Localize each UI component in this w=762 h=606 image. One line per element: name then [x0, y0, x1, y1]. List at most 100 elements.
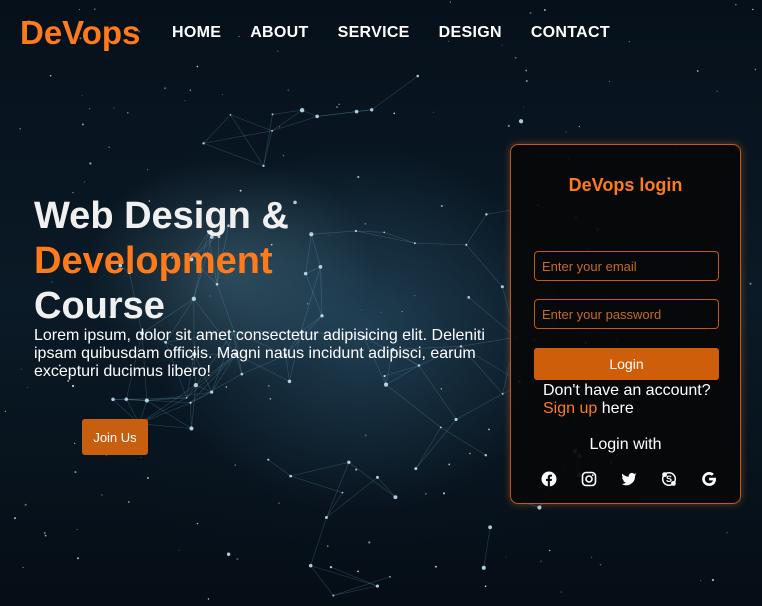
network-line	[271, 116, 318, 132]
star-dot	[433, 111, 435, 113]
network-node	[375, 584, 380, 588]
star-dot	[81, 123, 84, 126]
network-line	[300, 266, 321, 333]
network-node	[488, 525, 493, 530]
network-node	[416, 74, 420, 78]
star-dot	[488, 428, 491, 431]
network-line	[466, 244, 503, 287]
network-line	[348, 462, 396, 498]
nav-about-link[interactable]: ABOUT	[250, 24, 308, 42]
main-nav: HOME ABOUT SERVICE DESIGN CONTACT	[172, 24, 639, 42]
brand-logo[interactable]: DeVops	[20, 14, 140, 52]
star-dot	[357, 570, 359, 573]
star-dot	[43, 531, 46, 535]
star-dot	[27, 386, 29, 388]
network-line	[466, 214, 487, 246]
network-node	[485, 213, 488, 216]
network-line	[195, 384, 212, 393]
star-dot	[127, 112, 129, 114]
network-node	[484, 453, 487, 457]
star-dot	[178, 549, 180, 551]
signup-link[interactable]: Sign up	[543, 400, 597, 417]
star-dot	[236, 558, 239, 561]
star-dot	[716, 90, 718, 93]
star-dot	[501, 44, 503, 46]
network-line	[290, 475, 343, 493]
network-node	[370, 108, 374, 112]
star-dot	[393, 112, 396, 115]
network-node	[308, 563, 313, 568]
star-dot	[355, 468, 358, 471]
star-dot	[113, 107, 115, 109]
network-node	[454, 417, 458, 422]
login-button[interactable]: Login	[534, 348, 719, 380]
network-node	[193, 382, 199, 388]
star-dot	[326, 545, 329, 547]
star-dot	[338, 103, 340, 106]
star-dot	[22, 566, 24, 569]
star-dot	[361, 309, 363, 311]
star-dot	[543, 8, 546, 11]
network-node	[262, 164, 265, 168]
facebook-icon[interactable]	[541, 471, 557, 487]
nav-home-link[interactable]: HOME	[172, 24, 221, 42]
network-line	[301, 109, 318, 117]
network-node	[226, 552, 231, 556]
hero-title-line1: Web Design &	[34, 195, 289, 237]
network-node	[189, 401, 192, 404]
network-line	[440, 427, 486, 456]
star-dot	[105, 454, 108, 457]
instagram-icon[interactable]	[581, 471, 597, 487]
network-node	[267, 458, 270, 461]
network-line	[311, 230, 356, 235]
star-dot	[401, 311, 403, 313]
star-dot	[752, 8, 754, 11]
star-dot	[368, 541, 371, 544]
network-node	[210, 390, 214, 394]
network-line	[263, 114, 273, 166]
nav-service-link[interactable]: SERVICE	[338, 24, 410, 42]
network-node	[465, 243, 468, 246]
network-node	[389, 575, 391, 578]
star-dot	[225, 386, 228, 388]
star-dot	[357, 175, 360, 179]
email-input[interactable]	[534, 251, 719, 281]
network-node	[375, 475, 379, 479]
star-dot	[336, 106, 338, 108]
network-line	[190, 402, 192, 429]
password-input[interactable]	[534, 299, 719, 329]
twitter-icon[interactable]	[621, 471, 637, 487]
hero-description: Lorem ipsum, dolor sit amet consectetur …	[34, 327, 485, 380]
network-node	[318, 264, 323, 269]
star-dot	[74, 471, 77, 474]
network-line	[320, 266, 323, 316]
network-node	[324, 516, 328, 519]
star-dot	[735, 4, 737, 6]
star-dot	[440, 205, 443, 208]
star-dot	[514, 56, 517, 59]
star-dot	[484, 585, 487, 588]
network-node	[383, 382, 389, 387]
join-us-button[interactable]: Join Us	[82, 419, 148, 455]
network-line	[310, 517, 327, 566]
network-line	[263, 130, 273, 166]
star-dot	[164, 87, 167, 90]
star-dot	[578, 125, 581, 128]
star-dot	[267, 384, 270, 387]
nav-contact-link[interactable]: CONTACT	[531, 24, 610, 42]
star-dot	[290, 475, 293, 478]
google-icon[interactable]	[701, 471, 717, 487]
star-dot	[282, 154, 285, 157]
star-dot	[79, 9, 81, 11]
network-line	[415, 427, 442, 469]
network-line	[230, 114, 273, 132]
nav-design-link[interactable]: DESIGN	[439, 24, 502, 42]
star-dot	[749, 282, 752, 285]
network-line	[272, 109, 303, 115]
network-node	[393, 495, 398, 500]
star-dot	[108, 146, 110, 149]
network-node	[111, 397, 115, 402]
skype-icon[interactable]: S	[661, 471, 677, 487]
account-prompt-text: Don't have an account?	[543, 382, 711, 399]
network-node	[500, 285, 504, 289]
